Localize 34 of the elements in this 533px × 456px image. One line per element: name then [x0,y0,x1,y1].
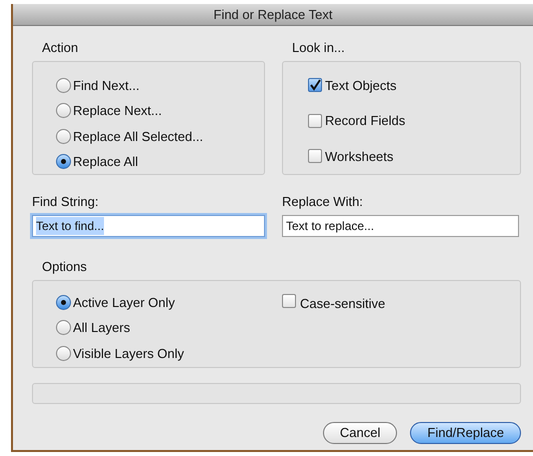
radio-label: All Layers [73,319,130,337]
radio-button[interactable] [56,346,71,361]
radio-button[interactable] [56,320,71,336]
radio-label: Replace Next... [73,102,162,120]
radio-button[interactable] [56,103,71,118]
group-label: Look in... [292,39,346,57]
checkbox-label: Case-sensitive [300,294,386,312]
radio-label: Find Next... [73,76,140,94]
checkbox[interactable] [308,78,322,92]
window-title: Find or Replace Text [214,6,332,24]
radio-button[interactable] [56,294,71,310]
radio-label: Replace All Selected... [73,128,204,146]
radio-button[interactable] [56,154,71,170]
radio-label: Active Layer Only [73,294,175,312]
text-field[interactable]: Text to replace... [282,215,519,237]
field-label: Find String: [32,192,100,211]
checkbox[interactable] [282,294,296,308]
group-label: Action [42,39,80,57]
group-label: Options [42,258,88,276]
checkbox-label: Record Fields [325,112,406,130]
radio-button[interactable] [56,128,71,144]
radio-button[interactable] [56,78,71,93]
radio-label: Replace All [73,153,138,171]
checkbox[interactable] [308,114,322,128]
text-field[interactable]: Text to find... [32,215,265,237]
checkbox[interactable] [308,149,322,164]
checkbox-label: Text Objects [325,76,397,95]
dialog-button[interactable]: Cancel [322,422,398,444]
field-value: Text to find... [36,217,104,235]
dialog-button[interactable]: Find/Replace [410,422,521,444]
field-value: Text to replace... [286,218,374,235]
checkbox-label: Worksheets [325,148,394,166]
field-label: Replace With: [282,192,364,211]
radio-label: Visible Layers Only [73,344,184,363]
